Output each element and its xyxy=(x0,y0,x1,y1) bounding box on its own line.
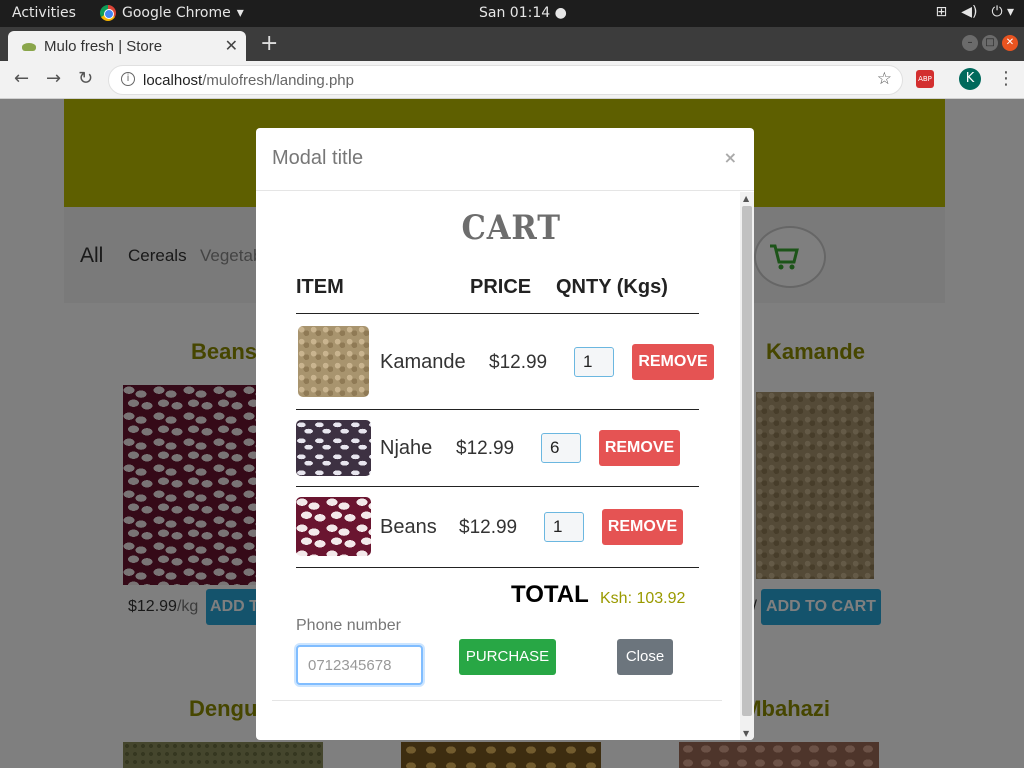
divider xyxy=(296,486,699,487)
modal-close-icon[interactable]: × xyxy=(724,148,737,167)
app-menu[interactable]: Google Chrome ▾ xyxy=(100,5,244,21)
item-name: Beans xyxy=(380,516,437,538)
browser-tab[interactable]: Mulo fresh | Store ✕ xyxy=(8,31,246,61)
phone-number-input[interactable] xyxy=(296,645,423,685)
cart-heading: CART xyxy=(461,208,561,248)
app-name: Google Chrome xyxy=(122,5,231,21)
power-icon: ⏻ ▾ xyxy=(991,4,1014,20)
forward-button[interactable]: → xyxy=(46,68,61,89)
system-tray[interactable]: ⊞ ◀) ⏻ ▾ xyxy=(935,4,1014,20)
tab-strip: Mulo fresh | Store ✕ + – □ ✕ xyxy=(0,27,1024,61)
quantity-input[interactable]: 1 xyxy=(574,347,614,377)
close-window-button[interactable]: ✕ xyxy=(1002,35,1018,51)
scroll-down-icon[interactable]: ▼ xyxy=(743,729,749,738)
item-thumbnail-kamande xyxy=(298,326,369,397)
url-host: localhost xyxy=(143,72,203,89)
clock[interactable]: San 01:14 ● xyxy=(479,5,567,21)
tab-title: Mulo fresh | Store xyxy=(44,38,163,55)
network-icon: ⊞ xyxy=(935,4,948,20)
divider xyxy=(296,313,699,314)
divider xyxy=(296,409,699,410)
column-header-price: PRICE xyxy=(470,276,532,298)
close-button[interactable]: Close xyxy=(617,639,673,675)
url-path: /mulofresh/landing.php xyxy=(202,72,354,89)
modal-scrollbar[interactable]: ▲ ▼ xyxy=(740,192,754,740)
address-bar[interactable]: i localhost/mulofresh/landing.php ☆ xyxy=(108,65,903,95)
adblock-extension-icon[interactable]: ABP xyxy=(916,70,934,88)
close-tab-icon[interactable]: ✕ xyxy=(225,36,238,55)
item-thumbnail-njahe xyxy=(296,420,371,476)
purchase-button[interactable]: PURCHASE xyxy=(459,639,556,675)
new-tab-button[interactable]: + xyxy=(260,31,278,56)
column-header-qty: QNTY (Kgs) xyxy=(556,276,668,298)
remove-button[interactable]: REMOVE xyxy=(599,430,680,466)
volume-icon: ◀) xyxy=(961,4,978,20)
quantity-input[interactable]: 6 xyxy=(541,433,581,463)
menu-kebab-icon[interactable]: ⋮ xyxy=(997,68,1015,89)
minimize-button[interactable]: – xyxy=(962,35,978,51)
favicon-icon xyxy=(22,40,36,52)
item-price: $12.99 xyxy=(489,352,548,373)
info-icon[interactable]: i xyxy=(121,72,135,86)
remove-button[interactable]: REMOVE xyxy=(632,344,714,380)
clock-label: San 01:14 xyxy=(479,5,551,21)
scrollbar-thumb[interactable] xyxy=(742,206,752,716)
modal-title: Modal title xyxy=(272,147,364,169)
back-button[interactable]: ← xyxy=(14,68,29,89)
chevron-down-icon: ▾ xyxy=(236,5,244,21)
item-price: $12.99 xyxy=(456,438,515,459)
cart-modal: Modal title × ▲ ▼ CART ITEM PRICE QNTY (… xyxy=(256,128,754,740)
phone-label: Phone number xyxy=(296,617,401,634)
modal-header: Modal title × xyxy=(256,128,754,191)
column-header-item: ITEM xyxy=(296,276,344,298)
modal-footer-divider xyxy=(272,700,722,701)
maximize-button[interactable]: □ xyxy=(982,35,998,51)
divider xyxy=(296,567,699,568)
scroll-up-icon[interactable]: ▲ xyxy=(743,194,749,203)
reload-button[interactable]: ↻ xyxy=(78,68,93,89)
total-value: Ksh: 103.92 xyxy=(600,590,686,607)
bookmark-star-icon[interactable]: ☆ xyxy=(877,69,892,89)
browser-toolbar: ← → ↻ i localhost/mulofresh/landing.php … xyxy=(0,61,1024,99)
item-price: $12.99 xyxy=(459,517,518,538)
item-name: Njahe xyxy=(380,437,433,459)
quantity-input[interactable]: 1 xyxy=(544,512,584,542)
item-thumbnail-beans xyxy=(296,497,371,556)
total-label: TOTAL xyxy=(511,581,589,608)
remove-button[interactable]: REMOVE xyxy=(602,509,683,545)
url-text: localhost/mulofresh/landing.php xyxy=(143,72,354,89)
activities-button[interactable]: Activities xyxy=(12,5,76,21)
window-controls: – □ ✕ xyxy=(962,35,1018,51)
profile-avatar[interactable]: K xyxy=(959,68,981,90)
os-top-bar: Activities Google Chrome ▾ San 01:14 ● ⊞… xyxy=(0,0,1024,27)
item-name: Kamande xyxy=(380,351,466,373)
chrome-icon xyxy=(100,5,116,21)
